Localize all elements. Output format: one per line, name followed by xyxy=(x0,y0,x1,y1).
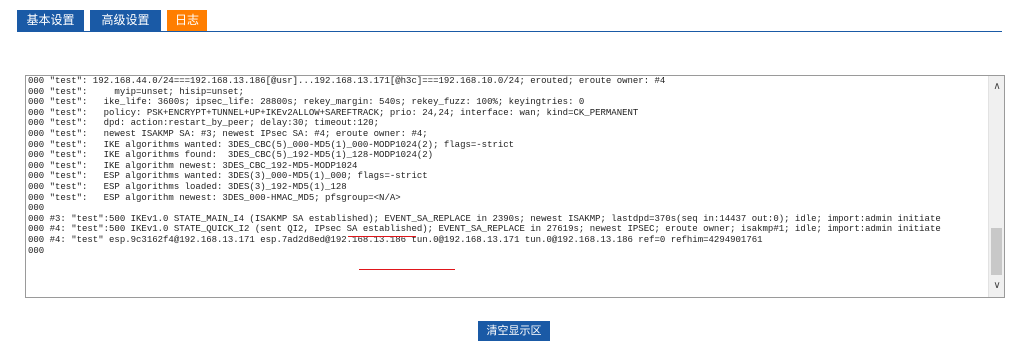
log-line: 000 #4: "test" esp.9c3162f4@192.168.13.1… xyxy=(28,234,763,245)
log-line: 000 "test": ESP algorithm newest: 3DES_0… xyxy=(28,192,401,203)
isakmp-established-underline xyxy=(348,236,416,237)
scroll-thumb[interactable] xyxy=(991,228,1002,275)
log-line: 000 "test": 192.168.44.0/24===192.168.13… xyxy=(28,76,666,86)
log-line: 000 "test": IKE algorithms found: 3DES_C… xyxy=(28,150,434,161)
log-line: 000 #4: "test":500 IKEv1.0 STATE_QUICK_I… xyxy=(28,224,941,235)
clear-display-button[interactable]: 清空显示区 xyxy=(478,321,550,341)
log-line: 000 "test": IKE algorithm newest: 3DES_C… xyxy=(28,160,358,171)
tab-bar: 基本设置 高级设置 日志 xyxy=(17,10,1002,32)
log-line: 000 "test": newest ISAKMP SA: #3; newest… xyxy=(28,128,428,139)
log-line: 000 "test": ESP algorithms loaded: 3DES(… xyxy=(28,181,347,192)
log-line: 000 xyxy=(28,203,45,214)
ipsec-established-underline xyxy=(359,269,455,270)
log-line: 000 "test": myip=unset; hisip=unset; xyxy=(28,86,245,97)
chevron-up-icon[interactable]: ∧ xyxy=(989,79,1004,95)
log-line: 000 #3: "test":500 IKEv1.0 STATE_MAIN_I4… xyxy=(28,213,941,224)
log-line: 000 "test": IKE algorithms wanted: 3DES_… xyxy=(28,139,515,150)
log-text: 000 "test": 192.168.44.0/24===192.168.13… xyxy=(28,76,985,256)
log-line: 000 xyxy=(28,245,45,256)
tab-advanced-settings[interactable]: 高级设置 xyxy=(90,10,161,31)
tab-basic-settings[interactable]: 基本设置 xyxy=(17,10,84,31)
log-line: 000 "test": dpd: action:restart_by_peer;… xyxy=(28,118,380,129)
log-line: 000 "test": policy: PSK+ENCRYPT+TUNNEL+U… xyxy=(28,107,639,118)
tab-log[interactable]: 日志 xyxy=(167,10,207,31)
log-line: 000 "test": ike_life: 3600s; ipsec_life:… xyxy=(28,97,585,108)
log-line: 000 "test": ESP algorithms wanted: 3DES(… xyxy=(28,171,428,182)
log-display-area[interactable]: 000 "test": 192.168.44.0/24===192.168.13… xyxy=(25,75,1005,298)
chevron-down-icon[interactable]: ∨ xyxy=(989,278,1004,294)
log-scrollbar[interactable]: ∧ ∨ xyxy=(988,76,1004,297)
